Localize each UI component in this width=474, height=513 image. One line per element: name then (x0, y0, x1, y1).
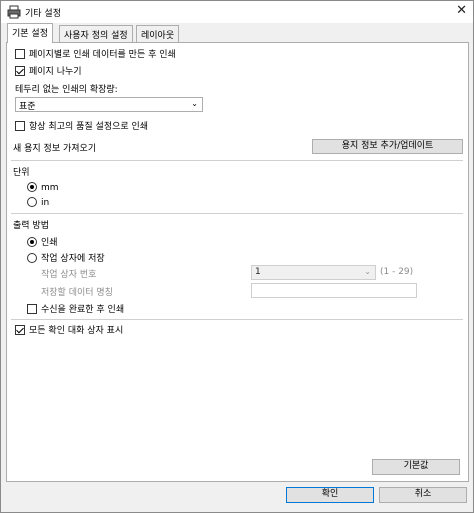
borderless-extension-label: 테두리 없는 인쇄의 확장량: (15, 85, 118, 95)
checkbox-label: 항상 최고의 품질 설정으로 인쇄 (29, 122, 149, 132)
unit-label: 단위 (13, 168, 30, 178)
checkbox-box[interactable] (27, 304, 37, 314)
job-box-range: (1 - 29) (380, 267, 414, 277)
always-best-quality-checkbox[interactable]: 항상 최고의 품질 설정으로 인쇄 (15, 119, 148, 132)
checkbox-label: 페이지 나누기 (29, 67, 82, 77)
radio-label: 인쇄 (41, 238, 58, 248)
borderless-extension-select[interactable]: 표준 ⌄ (15, 97, 203, 112)
radio-label: mm (41, 183, 59, 193)
data-name-label: 저장할 데이터 명칭 (41, 288, 113, 298)
checkbox-label: 페이지별로 인쇄 데이터를 만든 후 인쇄 (29, 50, 176, 60)
printer-icon (7, 5, 21, 19)
radio-button[interactable] (27, 182, 37, 192)
show-all-confirm-checkbox[interactable]: 모든 확인 대화 상자 표시 (15, 323, 123, 336)
checkbox-box[interactable] (15, 325, 25, 335)
checkbox-box[interactable] (15, 121, 25, 131)
job-box-number-select[interactable]: 1 ⌄ (251, 265, 376, 280)
checkbox-box[interactable] (15, 66, 25, 76)
radio-label: in (41, 198, 50, 208)
select-value: 1 (255, 267, 261, 277)
unit-mm-radio[interactable]: mm (27, 182, 59, 193)
job-box-number-label: 작업 상자 번호 (41, 270, 97, 280)
select-value: 표준 (19, 102, 36, 112)
settings-dialog: 기타 설정 ✕ 기본 설정 사용자 정의 설정 레이아웃 페이지별로 인쇄 데이… (0, 0, 474, 513)
divider (11, 319, 463, 320)
print-after-receive-checkbox[interactable]: 수신을 완료한 후 인쇄 (27, 302, 124, 315)
chevron-down-icon: ⌄ (364, 267, 371, 276)
page-split-checkbox[interactable]: 페이지 나누기 (15, 64, 82, 77)
divider (11, 160, 463, 161)
output-method-label: 출력 방법 (13, 221, 49, 231)
tab-label: 레이아웃 (141, 31, 175, 41)
defaults-button[interactable]: 기본값 (372, 459, 460, 475)
checkbox-label: 모든 확인 대화 상자 표시 (29, 326, 124, 336)
checkbox-label: 수신을 완료한 후 인쇄 (41, 305, 125, 315)
unit-in-radio[interactable]: in (27, 197, 49, 208)
radio-button[interactable] (27, 253, 37, 263)
output-save-to-job-box-radio[interactable]: 작업 상자에 저장 (27, 251, 105, 264)
tab-label: 사용자 정의 설정 (64, 31, 128, 41)
radio-button[interactable] (27, 197, 37, 207)
tab-custom-settings[interactable]: 사용자 정의 설정 (59, 25, 133, 42)
tab-label: 기본 설정 (12, 29, 48, 39)
tab-basic-settings[interactable]: 기본 설정 (7, 23, 53, 43)
title-bar: 기타 설정 ✕ (1, 1, 473, 23)
paper-info-label: 새 용지 정보 가져오기 (13, 144, 97, 154)
radio-button[interactable] (27, 237, 37, 247)
data-name-input[interactable] (251, 283, 417, 298)
output-print-radio[interactable]: 인쇄 (27, 235, 58, 248)
print-after-page-data-checkbox[interactable]: 페이지별로 인쇄 데이터를 만든 후 인쇄 (15, 47, 176, 60)
tab-layout[interactable]: 레이아웃 (136, 25, 180, 42)
chevron-down-icon: ⌄ (191, 99, 198, 108)
update-paper-info-button[interactable]: 용지 정보 추가/업데이트 (312, 139, 463, 154)
checkbox-box[interactable] (15, 49, 25, 59)
divider (11, 213, 463, 214)
cancel-button[interactable]: 취소 (379, 487, 467, 503)
tab-panel: 페이지별로 인쇄 데이터를 만든 후 인쇄 페이지 나누기 테두리 없는 인쇄의… (6, 42, 469, 482)
window-title: 기타 설정 (25, 9, 61, 19)
radio-label: 작업 상자에 저장 (41, 254, 105, 264)
ok-button[interactable]: 확인 (286, 487, 374, 503)
close-icon[interactable]: ✕ (456, 3, 467, 18)
